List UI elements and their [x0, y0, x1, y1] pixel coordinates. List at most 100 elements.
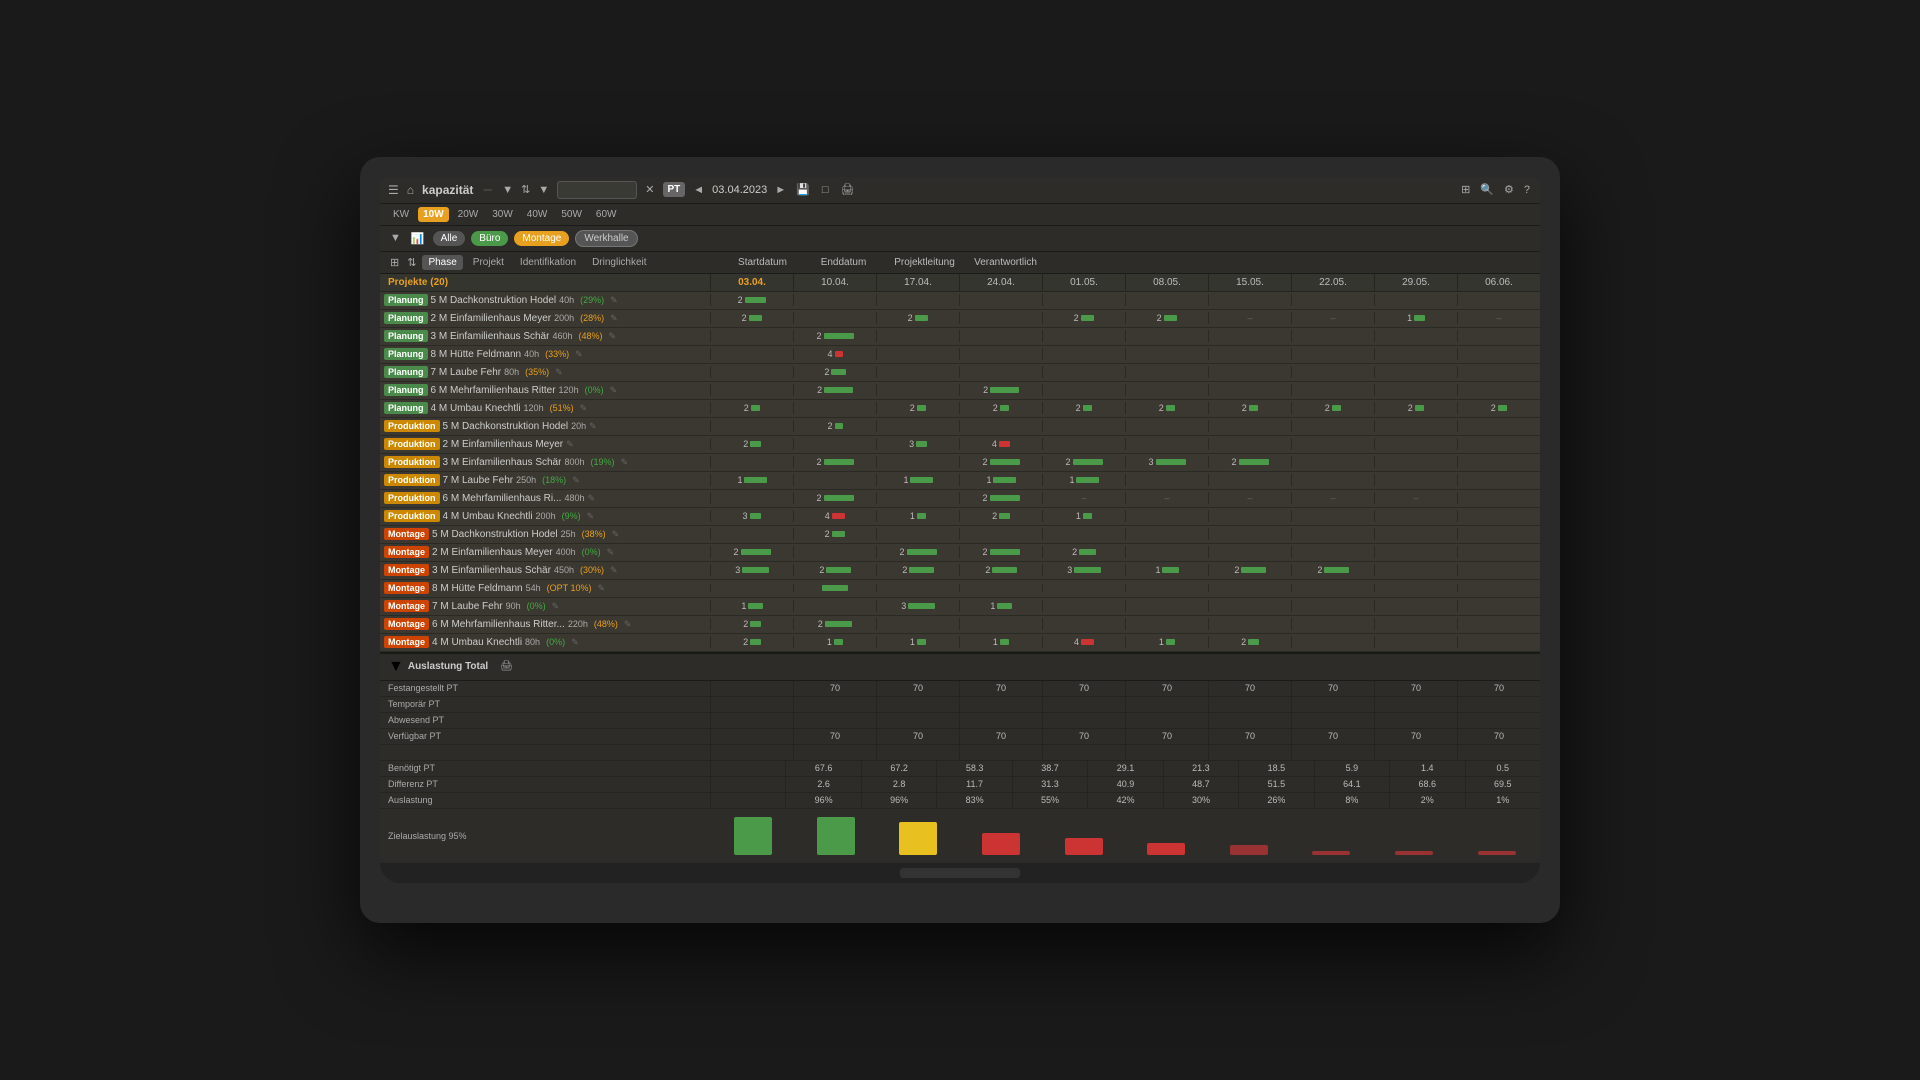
cell-bar: [825, 621, 853, 627]
collapse-icon[interactable]: ▼: [388, 658, 404, 676]
filter2-icon[interactable]: ▼: [538, 184, 549, 196]
edit-icon[interactable]: ✎: [580, 403, 588, 414]
col-projektleitung: Projektleitung: [884, 257, 965, 268]
data-cell: 2: [1291, 564, 1374, 576]
data-cell: [959, 420, 1042, 432]
print-auslastung-icon[interactable]: 🖨: [500, 661, 513, 672]
gear-icon[interactable]: ⚙: [1504, 183, 1514, 196]
data-cell: [710, 492, 793, 504]
filter-btn[interactable]: ▼: [390, 232, 401, 244]
stats-cell: 70: [1208, 681, 1291, 696]
data-cell: [1291, 294, 1374, 306]
tab-dringlichkeit[interactable]: Dringlichkeit: [586, 255, 652, 270]
edit-icon[interactable]: ✎: [610, 565, 618, 576]
edit-icon[interactable]: ✎: [610, 385, 618, 396]
edit-icon[interactable]: ✎: [575, 349, 583, 360]
help-icon[interactable]: ?: [1524, 184, 1530, 196]
next-arrow[interactable]: ►: [775, 184, 786, 196]
stats-cell: [1457, 713, 1540, 728]
project-hours: 80h: [504, 367, 519, 377]
chart-bar: [1065, 838, 1103, 855]
data-cell: [1042, 438, 1125, 450]
chart-bar-col: [1127, 843, 1206, 855]
grid-icon[interactable]: ⊞: [1461, 183, 1470, 196]
edit-icon[interactable]: ✎: [587, 493, 595, 504]
week-kw[interactable]: KW: [388, 207, 414, 222]
tab-phase[interactable]: Phase: [422, 255, 462, 270]
data-cell: [1457, 384, 1540, 396]
edit-icon[interactable]: ✎: [621, 457, 629, 468]
week-60w[interactable]: 60W: [591, 207, 622, 222]
edit-icon[interactable]: ✎: [572, 475, 580, 486]
date-cell-7: 22.05.: [1291, 274, 1374, 291]
data-cell: [1457, 330, 1540, 342]
edit-icon[interactable]: ✎: [571, 637, 579, 648]
cell-bar: [744, 477, 766, 483]
data-cell: [1042, 384, 1125, 396]
search-icon[interactable]: 🔍: [1480, 183, 1494, 196]
project-name: 2 M Einfamilienhaus Meyer: [443, 439, 564, 450]
stats-cell: [793, 697, 876, 712]
auslastung-header: ▼ Auslastung Total 🖨: [380, 654, 1540, 681]
edit-icon[interactable]: ✎: [552, 601, 560, 612]
col-settings-icon[interactable]: ⊞: [390, 256, 399, 269]
week-50w[interactable]: 50W: [556, 207, 587, 222]
cell-bar: [1000, 639, 1009, 645]
project-pct: (19%): [587, 457, 617, 467]
edit-icon[interactable]: ✎: [612, 529, 620, 540]
data-cell: 2: [1374, 402, 1457, 414]
data-cell: [1374, 330, 1457, 342]
edit-icon[interactable]: ✎: [587, 511, 595, 522]
filter-werkhalle[interactable]: Werkhalle: [575, 230, 637, 247]
edit-icon[interactable]: ✎: [555, 367, 563, 378]
print-icon[interactable]: 🖨: [840, 183, 854, 196]
stats-cell: [1291, 697, 1374, 712]
data-cell: [876, 618, 959, 630]
filter-montage[interactable]: Montage: [514, 231, 569, 246]
week-30w[interactable]: 30W: [487, 207, 518, 222]
week-40w[interactable]: 40W: [522, 207, 553, 222]
filter-icon[interactable]: ▼: [502, 184, 513, 196]
cell-bar: [750, 639, 761, 645]
edit-icon[interactable]: ✎: [610, 313, 618, 324]
data-cell: [959, 294, 1042, 306]
edit-icon[interactable]: ✎: [589, 421, 597, 432]
filter-buro[interactable]: Büro: [471, 231, 508, 246]
save-icon[interactable]: 💾: [796, 183, 810, 196]
data-cell: –: [1457, 312, 1540, 324]
cell-bar: [999, 441, 1010, 447]
cell-bar: [831, 369, 845, 375]
chart-icon[interactable]: 📊: [411, 232, 425, 245]
copy-icon[interactable]: □: [822, 184, 829, 196]
cell-bar: [834, 639, 843, 645]
menu-icon[interactable]: ☰: [388, 183, 399, 197]
week-20w[interactable]: 20W: [453, 207, 484, 222]
edit-icon[interactable]: ✎: [609, 331, 617, 342]
chart-bar: [899, 822, 937, 855]
stats-cell: 67.2: [861, 761, 936, 776]
prev-arrow[interactable]: ◄: [693, 184, 704, 196]
filter-all[interactable]: Alle: [433, 231, 466, 246]
data-cell: [1125, 348, 1208, 360]
week-10w[interactable]: 10W: [418, 207, 449, 222]
edit-icon[interactable]: ✎: [566, 439, 574, 450]
edit-icon[interactable]: ✎: [598, 583, 606, 594]
data-cell: 1: [1042, 510, 1125, 522]
close-icon[interactable]: ✕: [645, 183, 654, 196]
col-sort-icon[interactable]: ⇅: [407, 256, 416, 269]
edit-icon[interactable]: ✎: [610, 295, 618, 306]
stats-cell: [1042, 713, 1125, 728]
tab-identifikation[interactable]: Identifikation: [514, 255, 582, 270]
data-cell: [1125, 438, 1208, 450]
tab-projekt[interactable]: Projekt: [467, 255, 510, 270]
data-cell: 2: [1042, 402, 1125, 414]
project-name: 6 M Mehrfamilienhaus Ritter: [431, 385, 556, 396]
search-input[interactable]: [557, 181, 637, 199]
data-cell: [1042, 618, 1125, 630]
home-icon[interactable]: ⌂: [407, 183, 414, 197]
edit-icon[interactable]: ✎: [607, 547, 615, 558]
cell-bar: [749, 315, 763, 321]
edit-icon[interactable]: ✎: [624, 619, 632, 630]
sort-icon[interactable]: ⇅: [521, 183, 530, 196]
data-cell: 2: [710, 312, 793, 324]
